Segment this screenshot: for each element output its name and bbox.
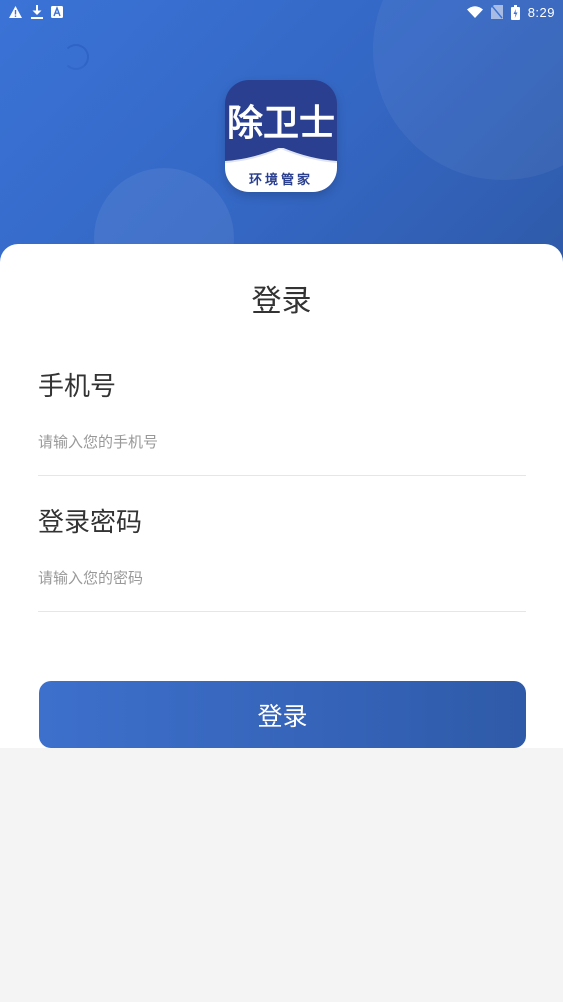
- phone-input[interactable]: [38, 422, 526, 462]
- a-icon: [51, 6, 63, 18]
- login-title: 登录: [251, 284, 312, 319]
- phone-label: 手机号: [38, 372, 117, 402]
- decor-circle-large: [373, 0, 563, 180]
- app-logo-brand: 除卫士: [226, 103, 335, 144]
- status-time: 8:29: [527, 4, 555, 20]
- login-button[interactable]: 登录: [39, 681, 526, 748]
- password-label: 登录密码: [38, 508, 143, 538]
- app-logo-subtitle: 环境管家: [248, 173, 313, 188]
- battery-icon: [510, 4, 520, 20]
- phone-divider: [38, 475, 526, 476]
- password-divider: [38, 611, 526, 612]
- app-logo: 除卫士 环境管家: [225, 80, 337, 192]
- status-left-icons: [8, 5, 63, 19]
- status-bar: 8:29: [0, 0, 563, 24]
- warning-icon: [8, 5, 23, 19]
- login-page: 8:29 除卫士 环境管家 登录 手机号 登录密码 登录: [0, 0, 563, 1002]
- password-input[interactable]: [38, 558, 526, 598]
- login-card: 登录 手机号 登录密码 登录: [0, 244, 563, 748]
- wifi-icon: [466, 6, 483, 18]
- download-icon: [31, 5, 43, 19]
- decor-ring-small: [63, 44, 89, 70]
- no-sim-icon: [490, 5, 503, 19]
- status-right-icons: 8:29: [466, 4, 555, 20]
